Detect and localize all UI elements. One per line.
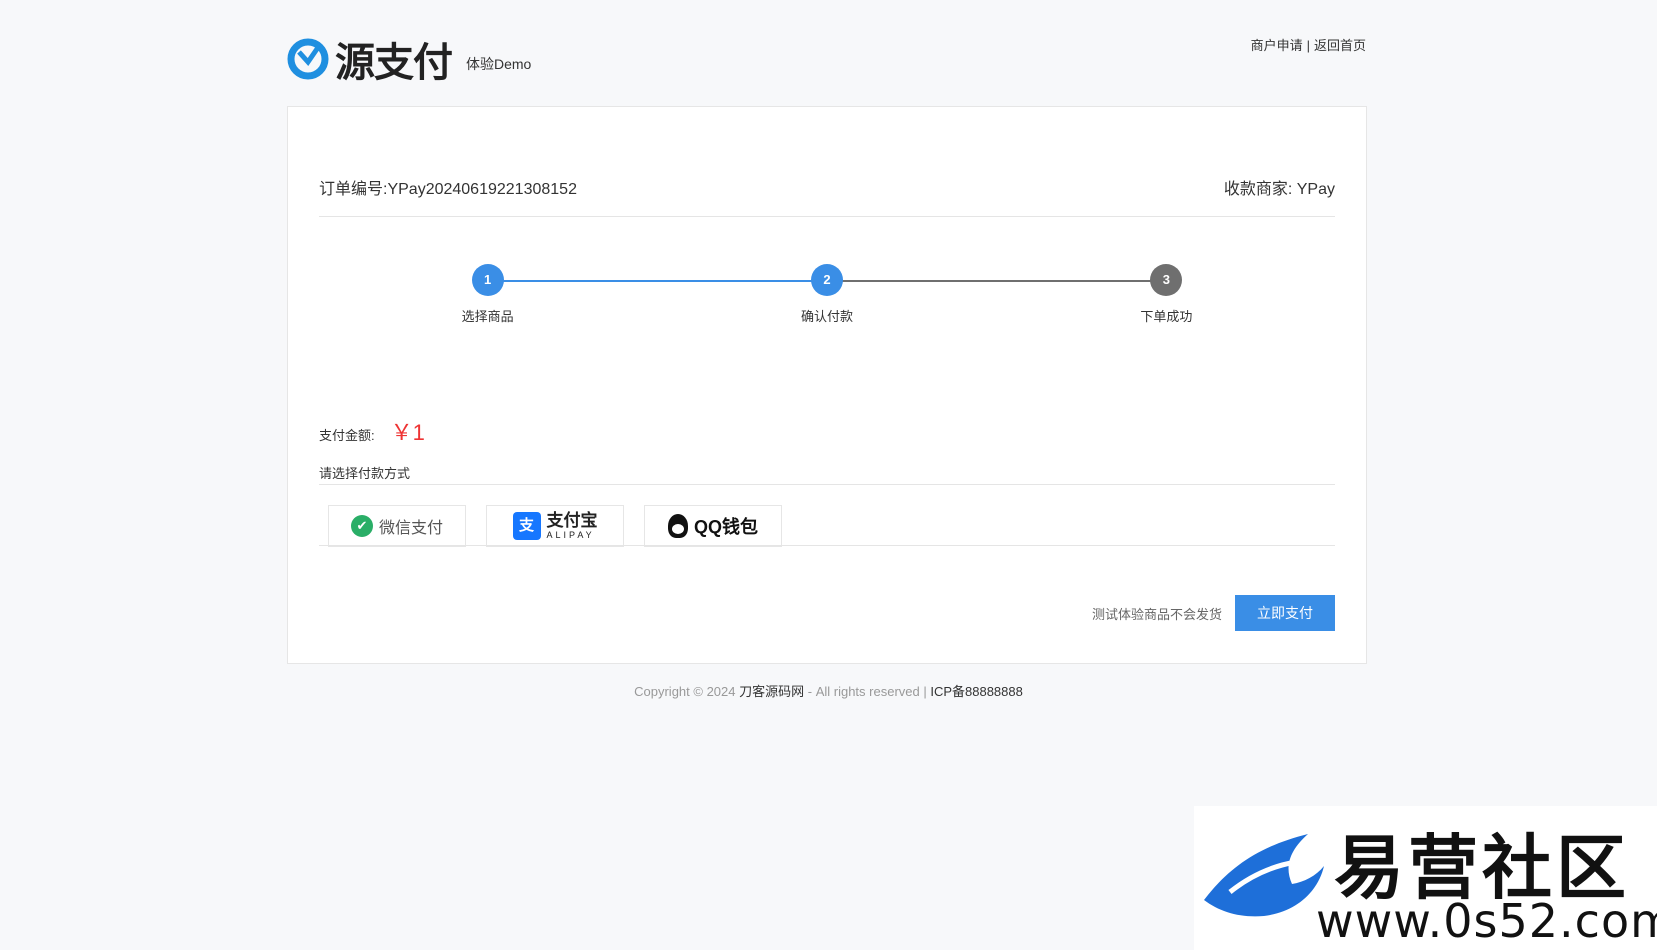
watermark: 易营社区 www.0s52.com xyxy=(1194,806,1657,950)
order-number: 订单编号:YPay20240619221308152 xyxy=(319,181,577,198)
divider xyxy=(319,216,1335,217)
alipay-icon: 支 xyxy=(512,512,541,540)
checkout-card: 订单编号:YPay20240619221308152 收款商家: YPay 1 … xyxy=(287,106,1367,664)
payment-amount: 支付金额: ￥1 xyxy=(319,415,425,447)
back-home-link[interactable]: 返回首页 xyxy=(1314,38,1366,53)
shark-logo-icon xyxy=(1204,834,1324,917)
test-note: 测试体验商品不会发货 xyxy=(1091,607,1222,622)
qq-wallet-option[interactable]: QQ钱包 xyxy=(644,505,782,547)
footer: Copyright © 2024 刀客源码网 - All rights rese… xyxy=(0,681,1657,700)
divider xyxy=(319,484,1335,485)
wechat-pay-option[interactable]: ✔ 微信支付 xyxy=(328,505,466,547)
qq-wallet-icon xyxy=(667,514,688,538)
pay-now-button[interactable]: 立即支付 xyxy=(1235,595,1335,631)
logo-text: 源支付 xyxy=(335,40,453,86)
alipay-label: 支付宝 xyxy=(546,511,598,530)
alipay-sublabel: ALIPAY xyxy=(546,530,595,540)
top-links: 商户申请 | 返回首页 xyxy=(1251,35,1366,54)
icp-link[interactable]: ICP备88888888 xyxy=(930,684,1023,699)
amount-label: 支付金额: xyxy=(319,428,375,443)
merchant-name: 收款商家: YPay xyxy=(1223,181,1335,198)
progress-steps: 1 选择商品 2 确认付款 3 下单成功 xyxy=(319,264,1335,334)
site-link[interactable]: 刀客源码网 xyxy=(739,684,804,699)
step-3: 3 下单成功 xyxy=(1106,264,1226,325)
wechat-pay-label: 微信支付 xyxy=(378,520,443,537)
merchant-apply-link[interactable]: 商户申请 xyxy=(1251,38,1303,53)
step-3-circle: 3 xyxy=(1150,264,1183,296)
demo-label: 体验Demo xyxy=(466,56,532,72)
divider xyxy=(319,545,1335,546)
copyright-text: Copyright © 2024 xyxy=(634,684,736,699)
step-2: 2 确认付款 xyxy=(767,264,887,325)
choose-method-label: 请选择付款方式 xyxy=(319,466,411,481)
wechat-pay-icon: ✔ xyxy=(350,515,373,537)
payment-options: ✔ 微信支付 支 支付宝 ALIPAY QQ钱包 xyxy=(328,505,782,547)
order-info: 订单编号:YPay20240619221308152 收款商家: YPay xyxy=(319,175,1335,199)
logo[interactable]: 源支付 体验Demo xyxy=(287,30,531,88)
step-1: 1 选择商品 xyxy=(428,264,548,325)
watermark-url: www.0s52.com xyxy=(1316,894,1657,948)
rights-text: - All rights reserved | xyxy=(807,684,927,699)
step-1-label: 选择商品 xyxy=(461,309,514,324)
link-separator: | xyxy=(1306,38,1310,53)
logo-icon xyxy=(287,38,329,80)
step-2-label: 确认付款 xyxy=(800,309,853,324)
step-2-circle: 2 xyxy=(811,264,843,296)
step-3-label: 下单成功 xyxy=(1140,309,1193,324)
step-1-circle: 1 xyxy=(471,264,504,296)
amount-value: ￥1 xyxy=(390,420,425,445)
qq-wallet-label: QQ钱包 xyxy=(693,517,758,537)
header: 源支付 体验Demo 商户申请 | 返回首页 xyxy=(287,30,1366,86)
alipay-option[interactable]: 支 支付宝 ALIPAY xyxy=(486,505,624,547)
